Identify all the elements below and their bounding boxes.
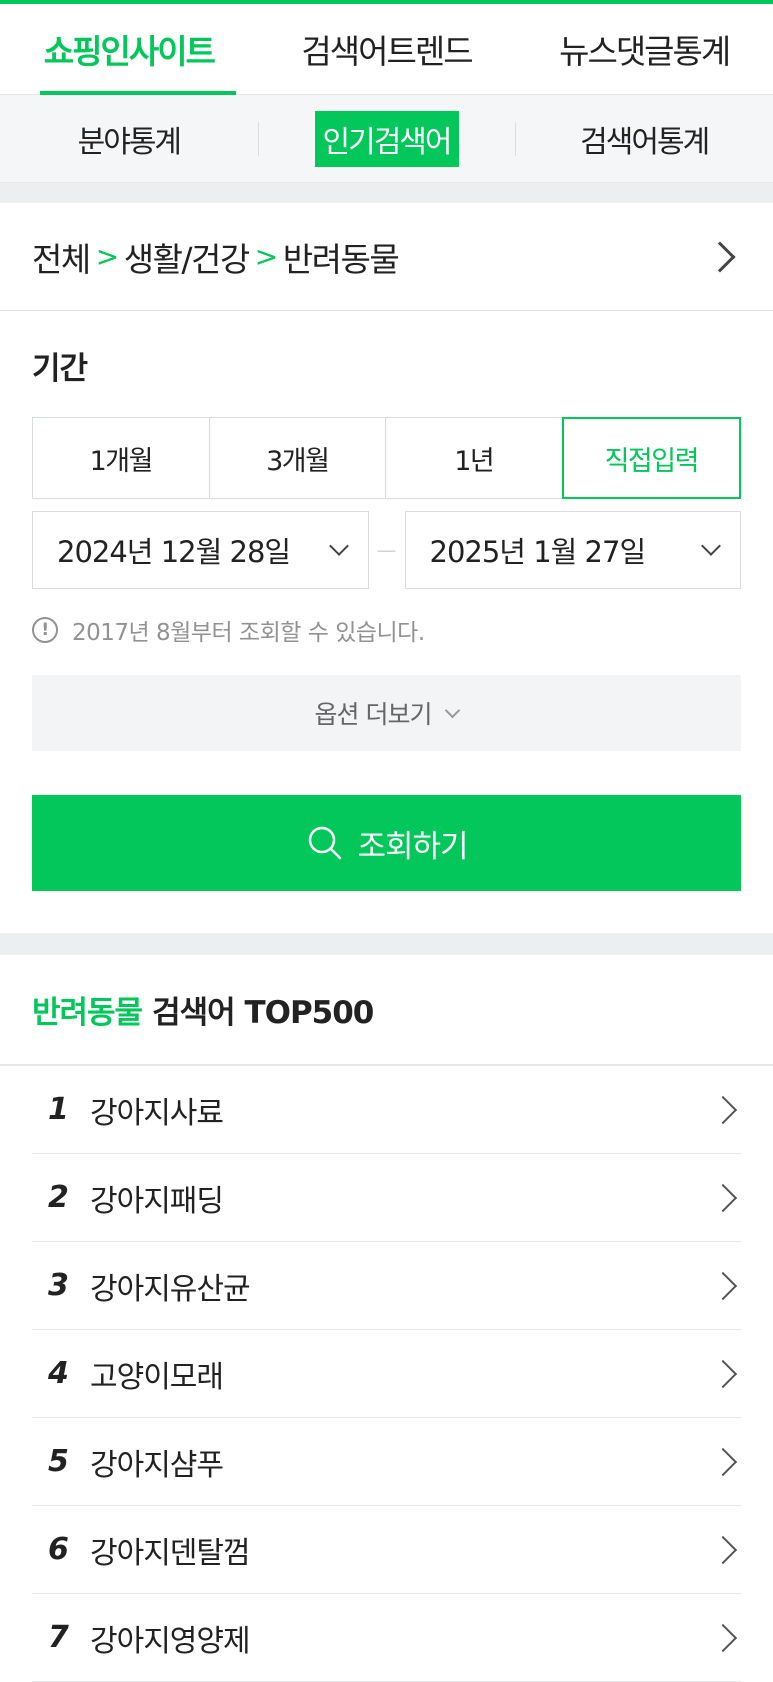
top-keywords-title: 반려동물 검색어 TOP500	[0, 955, 773, 1066]
date-range: 2024년 12월 28일 — 2025년 1월 27일	[32, 511, 741, 589]
period-section: 기간 1개월 3개월 1년 직접입력 2024년 12월 28일 — 2025년…	[0, 311, 773, 891]
chevron-right-icon	[708, 1623, 738, 1652]
tab-search-trend[interactable]: 검색어트렌드	[258, 4, 516, 94]
breadcrumb-item-living-health: 생활/건강	[123, 239, 251, 279]
list-item[interactable]: 7 강아지영양제	[32, 1594, 741, 1682]
period-custom-button[interactable]: 직접입력	[561, 417, 741, 499]
date-notice: ! 2017년 8월부터 조회할 수 있습니다.	[32, 613, 741, 647]
period-1month-button[interactable]: 1개월	[33, 418, 210, 498]
rank-keyword: 강아지샴푸	[90, 1447, 224, 1483]
search-button-label: 조회하기	[357, 828, 468, 865]
rank-keyword: 고양이모래	[90, 1359, 224, 1395]
tab-news-comment-stats[interactable]: 뉴스댓글통계	[515, 4, 773, 94]
subtab-keyword-stats[interactable]: 검색어통계	[515, 111, 773, 167]
rank-number: 4	[48, 1356, 69, 1391]
info-icon: !	[32, 617, 58, 643]
chevron-right-icon[interactable]	[704, 240, 736, 273]
subtab-keyword-stats-label: 검색어통계	[580, 124, 710, 160]
chevron-down-icon	[701, 536, 721, 556]
date-notice-text: 2017년 8월부터 조회할 수 있습니다.	[72, 620, 425, 646]
breadcrumb-item-all: 전체	[32, 239, 91, 279]
subtab-popular-keywords-label: 인기검색어	[314, 110, 459, 167]
breadcrumb-separator-icon: >	[95, 240, 119, 273]
chevron-right-icon	[708, 1183, 738, 1212]
sub-tabs: 분야통계 인기검색어 검색어통계	[0, 95, 773, 183]
search-button[interactable]: 조회하기	[32, 795, 741, 891]
date-range-dash: —	[376, 538, 397, 562]
period-title: 기간	[32, 351, 88, 387]
subtab-field-stats[interactable]: 분야통계	[0, 111, 258, 167]
subtab-popular-keywords[interactable]: 인기검색어	[257, 110, 516, 167]
list-item[interactable]: 6 강아지덴탈껌	[32, 1506, 741, 1594]
rank-list: 1 강아지사료 2 강아지패딩 3 강아지유산균 4 고양이모래 5 강아지샴푸…	[0, 1066, 773, 1682]
start-date-select[interactable]: 2024년 12월 28일	[32, 511, 369, 589]
main-tabs: 쇼핑인사이트 검색어트렌드 뉴스댓글통계	[0, 4, 773, 95]
period-button-group: 1개월 3개월 1년 직접입력	[32, 417, 741, 499]
period-3month-button[interactable]: 3개월	[210, 418, 386, 498]
breadcrumb-item-pets: 반려동물	[282, 239, 400, 279]
rank-keyword: 강아지영양제	[90, 1623, 251, 1659]
list-item[interactable]: 3 강아지유산균	[32, 1242, 741, 1330]
end-date-select[interactable]: 2025년 1월 27일	[404, 511, 741, 589]
breadcrumb-separator-icon: >	[254, 240, 278, 273]
rank-number: 1	[48, 1092, 69, 1127]
chevron-right-icon	[708, 1535, 738, 1564]
top-title-text: 검색어 TOP500	[152, 995, 374, 1031]
period-1year-button[interactable]: 1년	[386, 418, 563, 498]
chevron-right-icon	[708, 1095, 738, 1124]
breadcrumb[interactable]: 전체 > 생활/건강 > 반려동물	[0, 203, 773, 311]
rank-number: 6	[48, 1532, 69, 1567]
list-item[interactable]: 4 고양이모래	[32, 1330, 741, 1418]
chevron-right-icon	[708, 1447, 738, 1476]
tab-shopping-insight[interactable]: 쇼핑인사이트	[0, 4, 258, 95]
chevron-right-icon	[708, 1271, 738, 1300]
chevron-right-icon	[708, 1359, 738, 1388]
start-date-value: 2024년 12월 28일	[57, 535, 291, 569]
rank-keyword: 강아지덴탈껌	[90, 1535, 251, 1571]
end-date-value: 2025년 1월 27일	[429, 535, 647, 569]
rank-keyword: 강아지유산균	[90, 1271, 251, 1307]
chevron-down-icon	[328, 536, 349, 556]
search-icon	[309, 826, 342, 860]
more-options-button[interactable]: 옵션 더보기	[32, 675, 741, 751]
rank-number: 3	[48, 1268, 69, 1303]
list-item[interactable]: 1 강아지사료	[32, 1066, 741, 1154]
list-item[interactable]: 5 강아지샴푸	[32, 1418, 741, 1506]
more-options-label: 옵션 더보기	[314, 700, 433, 729]
section-divider	[0, 933, 773, 955]
rank-keyword: 강아지패딩	[90, 1183, 224, 1219]
rank-number: 7	[48, 1620, 69, 1655]
rank-number: 5	[48, 1444, 69, 1479]
rank-number: 2	[48, 1180, 69, 1215]
list-item[interactable]: 2 강아지패딩	[32, 1154, 741, 1242]
rank-keyword: 강아지사료	[90, 1095, 224, 1131]
subtab-field-stats-label: 분야통계	[77, 124, 182, 160]
top-category-name: 반려동물	[32, 995, 143, 1031]
chevron-down-icon	[445, 702, 461, 718]
section-divider	[0, 183, 773, 203]
